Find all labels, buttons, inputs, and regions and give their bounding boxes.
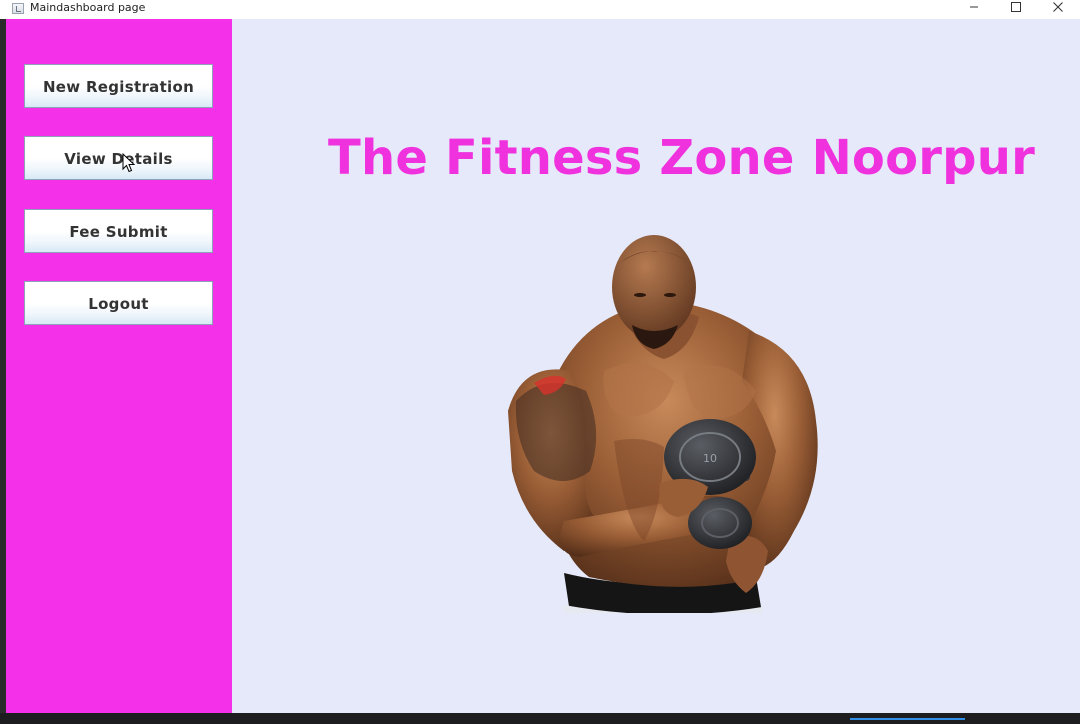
view-details-button[interactable]: View Details bbox=[24, 136, 213, 180]
sidebar: New Registration View Details Fee Submit… bbox=[6, 19, 232, 713]
bodybuilder-image: 10 bbox=[508, 235, 818, 613]
window-title: Maindashboard page bbox=[30, 1, 146, 14]
gym-title: The Fitness Zone Noorpur bbox=[328, 130, 1035, 186]
taskbar bbox=[0, 713, 1080, 724]
close-icon bbox=[1053, 2, 1063, 12]
fee-submit-button[interactable]: Fee Submit bbox=[24, 209, 213, 253]
taskbar-progress-strip bbox=[850, 718, 965, 720]
new-registration-button[interactable]: New Registration bbox=[24, 64, 213, 108]
mouse-cursor-icon bbox=[122, 153, 136, 173]
java-app-icon bbox=[12, 3, 24, 14]
minimize-icon bbox=[970, 6, 978, 8]
maximize-button[interactable] bbox=[996, 0, 1036, 19]
close-button[interactable] bbox=[1038, 0, 1078, 19]
maximize-icon bbox=[1011, 2, 1021, 12]
title-bar: Maindashboard page bbox=[0, 0, 1080, 19]
dumbbell-plate-label: 10 bbox=[703, 452, 717, 465]
logout-button[interactable]: Logout bbox=[24, 281, 213, 325]
minimize-button[interactable] bbox=[954, 0, 994, 19]
main-dashboard-window: Maindashboard page New Registration View… bbox=[0, 0, 1080, 724]
main-panel: The Fitness Zone Noorpur 10 bbox=[232, 19, 1080, 713]
